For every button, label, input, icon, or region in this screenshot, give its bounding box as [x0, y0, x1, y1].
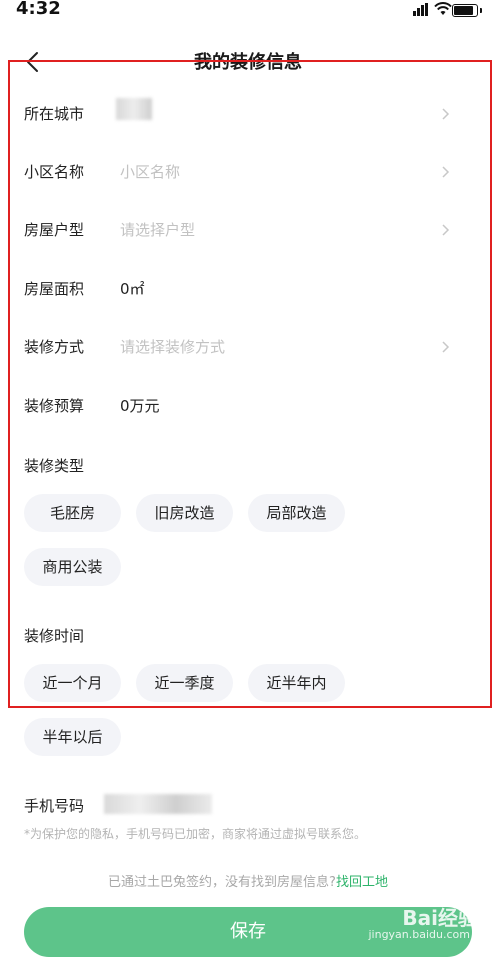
method-label: 装修方式 [24, 338, 85, 356]
time-chip-after-half-year[interactable]: 半年以后 [24, 718, 121, 756]
battery-tip [480, 8, 482, 13]
watermark-brand: Bai [402, 906, 438, 930]
time-chip-half-year[interactable]: 近半年内 [248, 664, 345, 702]
time-chip-month[interactable]: 近一个月 [24, 664, 121, 702]
community-input[interactable]: 小区名称 [120, 152, 180, 192]
watermark-brand2: 经验 [438, 906, 478, 930]
budget-input[interactable]: 0万元 [120, 386, 160, 426]
layout-row[interactable]: 房屋户型 请选择户型 [0, 210, 496, 250]
contract-note: 已通过土巴兔签约，没有找到房屋信息?找回工地 [0, 871, 496, 890]
page-title: 我的装修信息 [194, 52, 302, 73]
watermark-url: jingyan.baidu.com [368, 928, 470, 941]
status-time: 4:32 [16, 0, 61, 19]
renovation-type-label: 装修类型 [24, 457, 85, 475]
phone-label: 手机号码 [24, 797, 85, 815]
method-select[interactable]: 请选择装修方式 [120, 327, 225, 367]
privacy-note: *为保护您的隐私，手机号码已加密，商家将通过虚拟号联系您。 [24, 827, 367, 841]
status-bar: 4:32 [0, 0, 496, 24]
find-site-link[interactable]: 找回工地 [336, 875, 388, 890]
layout-label: 房屋户型 [24, 221, 85, 239]
status-icons [413, 2, 452, 16]
layout-select[interactable]: 请选择户型 [120, 210, 195, 250]
contract-text: 已通过土巴兔签约，没有找到房屋信息? [108, 875, 336, 890]
budget-label: 装修预算 [24, 397, 85, 415]
area-row[interactable]: 房屋面积 0㎡ [0, 269, 496, 309]
chevron-right-icon [442, 108, 450, 120]
nav-bar: 我的装修信息 [0, 40, 496, 80]
type-chip-partial[interactable]: 局部改造 [248, 494, 345, 532]
cellular-signal-icon [413, 2, 428, 16]
chevron-right-icon [442, 166, 450, 178]
renovation-time-label: 装修时间 [24, 627, 85, 645]
chevron-right-icon [442, 341, 450, 353]
type-chip-rough[interactable]: 毛胚房 [24, 494, 121, 532]
method-row[interactable]: 装修方式 请选择装修方式 [0, 327, 496, 367]
community-row[interactable]: 小区名称 小区名称 [0, 152, 496, 192]
area-label: 房屋面积 [24, 280, 85, 298]
wifi-icon [434, 2, 452, 15]
community-label: 小区名称 [24, 163, 85, 181]
time-chip-quarter[interactable]: 近一季度 [136, 664, 233, 702]
phone-value-blurred [104, 794, 212, 814]
budget-row[interactable]: 装修预算 0万元 [0, 386, 496, 426]
city-row[interactable]: 所在城市 [0, 94, 496, 134]
baidu-jingyan-watermark: Bai经验 [402, 902, 478, 931]
chevron-right-icon [442, 224, 450, 236]
type-chip-old-renovation[interactable]: 旧房改造 [136, 494, 233, 532]
type-chip-commercial[interactable]: 商用公装 [24, 548, 121, 586]
area-input[interactable]: 0㎡ [120, 269, 145, 309]
city-label: 所在城市 [24, 105, 85, 123]
battery-icon [452, 4, 478, 17]
city-value-blurred [116, 98, 152, 120]
